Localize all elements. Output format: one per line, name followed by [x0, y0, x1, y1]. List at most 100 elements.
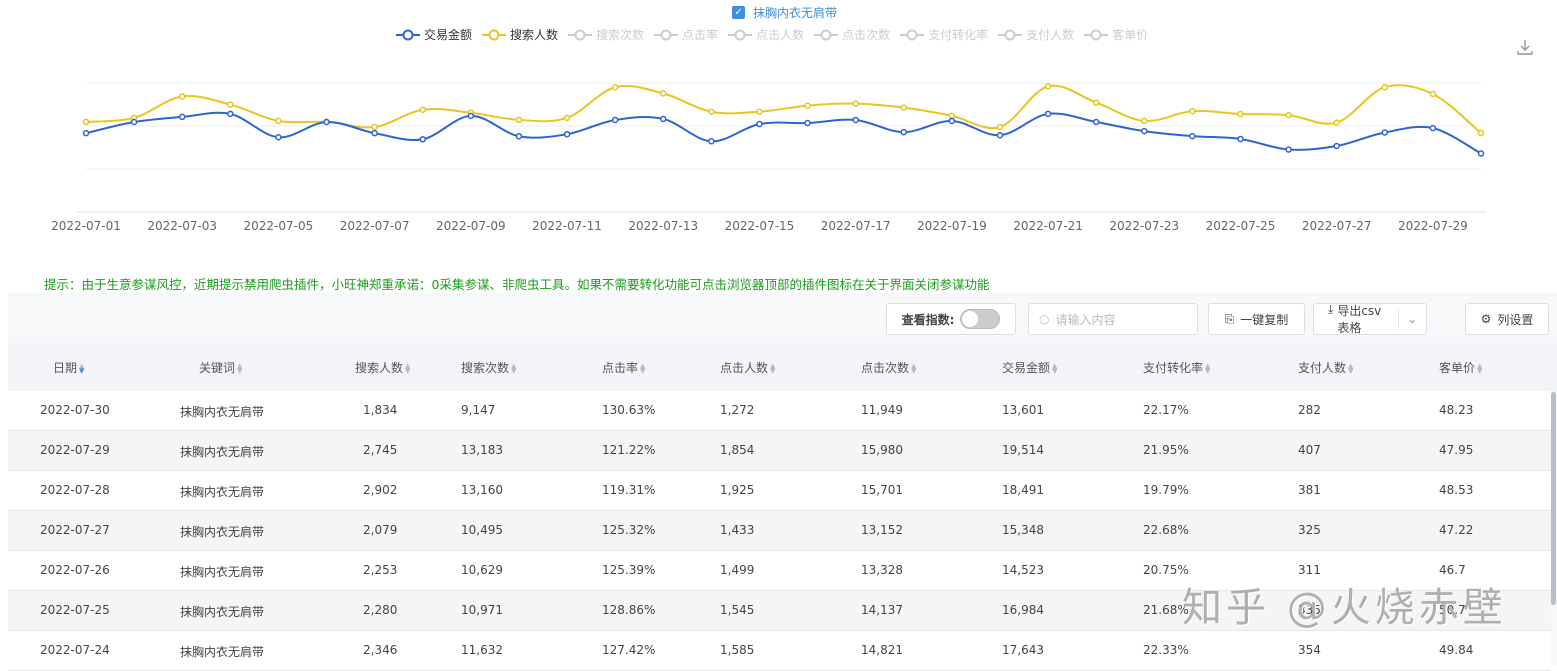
table-cell: 抹胸内衣无肩带: [180, 485, 265, 499]
data-point: [371, 123, 378, 131]
sort-icon[interactable]: ▲ ▼: [770, 362, 775, 374]
table-cell: 2,079: [363, 523, 398, 537]
table-cell: 15,701: [861, 483, 903, 497]
data-point: [900, 128, 908, 136]
sort-icon[interactable]: ▲ ▼: [1205, 362, 1210, 374]
column-header-label: 搜索人数: [355, 361, 404, 375]
sort-icon[interactable]: ▲ ▼: [79, 362, 84, 374]
table-cell: 2022-07-29: [40, 443, 110, 457]
table-row: 2022-07-30 抹胸内衣无肩带 1,834 9,147 130.63% 1,272 1…: [8, 391, 1551, 431]
x-tick-label: 2022-07-09: [436, 219, 506, 233]
data-point: [227, 110, 234, 118]
x-tick-label: 2022-07-15: [725, 219, 795, 233]
table-cell: 14,137: [861, 603, 903, 617]
column-header[interactable]: 点击人数 ▲ ▼: [720, 359, 775, 376]
column-settings-button[interactable]: ⚙ 列设置: [1465, 303, 1549, 335]
column-header[interactable]: 搜索人数 ▲ ▼: [355, 359, 410, 376]
table-cell: 19.79%: [1143, 483, 1189, 497]
sort-icon[interactable]: ▲ ▼: [237, 362, 242, 374]
table-cell: 13,152: [861, 523, 903, 537]
table-row: 2022-07-27 抹胸内衣无肩带 2,079 10,495 125.32% 1,433…: [8, 511, 1551, 551]
column-header-label: 交易金额: [1002, 361, 1051, 375]
column-header[interactable]: 关键词 ▲ ▼: [199, 359, 242, 376]
table-cell: 抹胸内衣无肩带: [180, 605, 265, 619]
keyword-label: 抹胸内衣无肩带: [753, 6, 838, 20]
data-point: [1141, 127, 1148, 135]
line-chart: 2022-07-01 2022-07-03 2022-07-05 2022-07-07…: [51, 82, 1486, 233]
table-cell: 128.86%: [602, 603, 656, 617]
table-cell: 2,280: [363, 603, 398, 617]
x-tick-label: 2022-07-01: [51, 219, 121, 233]
data-point: [852, 116, 859, 124]
data-point: [1477, 129, 1485, 137]
data-point: [130, 118, 138, 126]
sort-icon[interactable]: ▲ ▼: [1348, 362, 1353, 374]
keyword-checkbox[interactable]: ✓ 抹胸内衣无肩带: [732, 4, 837, 21]
table-cell: 47.95: [1439, 443, 1474, 457]
column-header[interactable]: 交易金额 ▲ ▼: [1002, 359, 1057, 376]
data-point: [1285, 111, 1292, 119]
table-header: 日期 ▲ ▼ 关键词 ▲ ▼ 搜索人数 ▲ ▼ 搜索次数 ▲ ▼ 点击率 ▲ ▼ 点击人数 ▲ ▼ 点击次数 ▲ ▼ 交易…: [8, 343, 1557, 391]
data-point: [1381, 83, 1389, 91]
export-main[interactable]: ⤓ 导出csv表格: [1314, 302, 1392, 336]
series-line: [85, 111, 1482, 155]
copy-button[interactable]: ⎘ 一键复制: [1208, 303, 1305, 335]
table-cell: 13,160: [461, 483, 503, 497]
data-point: [563, 130, 571, 138]
data-point: [275, 117, 282, 125]
column-header[interactable]: 点击次数 ▲ ▼: [861, 359, 916, 376]
sort-icon[interactable]: ▲ ▼: [405, 362, 410, 374]
chevron-down-icon[interactable]: ⌄: [1397, 309, 1426, 329]
column-header[interactable]: 支付人数 ▲ ▼: [1298, 359, 1353, 376]
export-label: 导出csv表格: [1337, 304, 1382, 335]
table-cell: 1,854: [720, 443, 755, 457]
data-point: [756, 120, 763, 128]
data-point: [659, 90, 667, 97]
x-tick-label: 2022-07-29: [1398, 219, 1468, 233]
data-point: [1044, 83, 1052, 90]
search-input[interactable]: ○ 请输入内容: [1028, 303, 1198, 335]
sort-icon[interactable]: ▲ ▼: [511, 362, 516, 374]
data-point: [804, 119, 811, 127]
data-point: [996, 123, 1004, 131]
column-header[interactable]: 日期 ▲ ▼: [53, 359, 84, 376]
x-tick-label: 2022-07-13: [628, 219, 698, 233]
table-cell: 121.22%: [602, 443, 656, 457]
sort-icon[interactable]: ▲ ▼: [911, 362, 916, 374]
column-header-label: 关键词: [199, 361, 236, 375]
sort-icon[interactable]: ▲ ▼: [1052, 362, 1057, 374]
table-cell: 抹胸内衣无肩带: [180, 405, 265, 419]
export-csv-button[interactable]: ⤓ 导出csv表格 ⌄: [1313, 302, 1427, 336]
sort-icon[interactable]: ▲ ▼: [1477, 362, 1482, 374]
table-cell: 125.39%: [602, 563, 656, 577]
table-cell: 1,925: [720, 483, 755, 497]
data-point: [996, 131, 1004, 139]
data-point: [1092, 99, 1100, 106]
table-cell: 47.22: [1439, 523, 1474, 537]
column-header[interactable]: 支付转化率 ▲ ▼: [1143, 359, 1210, 376]
table-cell: 381: [1298, 483, 1321, 497]
x-tick-label: 2022-07-23: [1109, 219, 1179, 233]
sort-icon[interactable]: ▲ ▼: [640, 362, 645, 374]
column-header[interactable]: 客单价 ▲ ▼: [1439, 359, 1482, 376]
search-icon: ○: [1039, 312, 1050, 326]
x-tick-label: 2022-07-05: [244, 219, 314, 233]
column-header-label: 日期: [53, 361, 78, 375]
table-cell: 48.53: [1439, 483, 1474, 497]
search-placeholder: 请输入内容: [1055, 312, 1116, 327]
column-header[interactable]: 点击率 ▲ ▼: [602, 359, 645, 376]
table-cell: 13,601: [1002, 403, 1044, 417]
index-toggle-label: 查看指数:: [901, 312, 955, 327]
data-point: [1092, 118, 1100, 126]
index-toggle[interactable]: 查看指数:: [886, 303, 1016, 335]
table-cell: 2,745: [363, 443, 398, 457]
table-cell: 9,147: [461, 403, 496, 417]
toggle-switch[interactable]: [960, 309, 1001, 329]
scrollbar[interactable]: [1551, 392, 1556, 605]
column-header[interactable]: 搜索次数 ▲ ▼: [461, 359, 516, 376]
table-cell: 15,980: [861, 443, 903, 457]
table-cell: 2022-07-24: [40, 643, 110, 657]
data-point: [756, 108, 763, 115]
data-point: [659, 115, 667, 123]
table-cell: 49.84: [1439, 643, 1474, 657]
